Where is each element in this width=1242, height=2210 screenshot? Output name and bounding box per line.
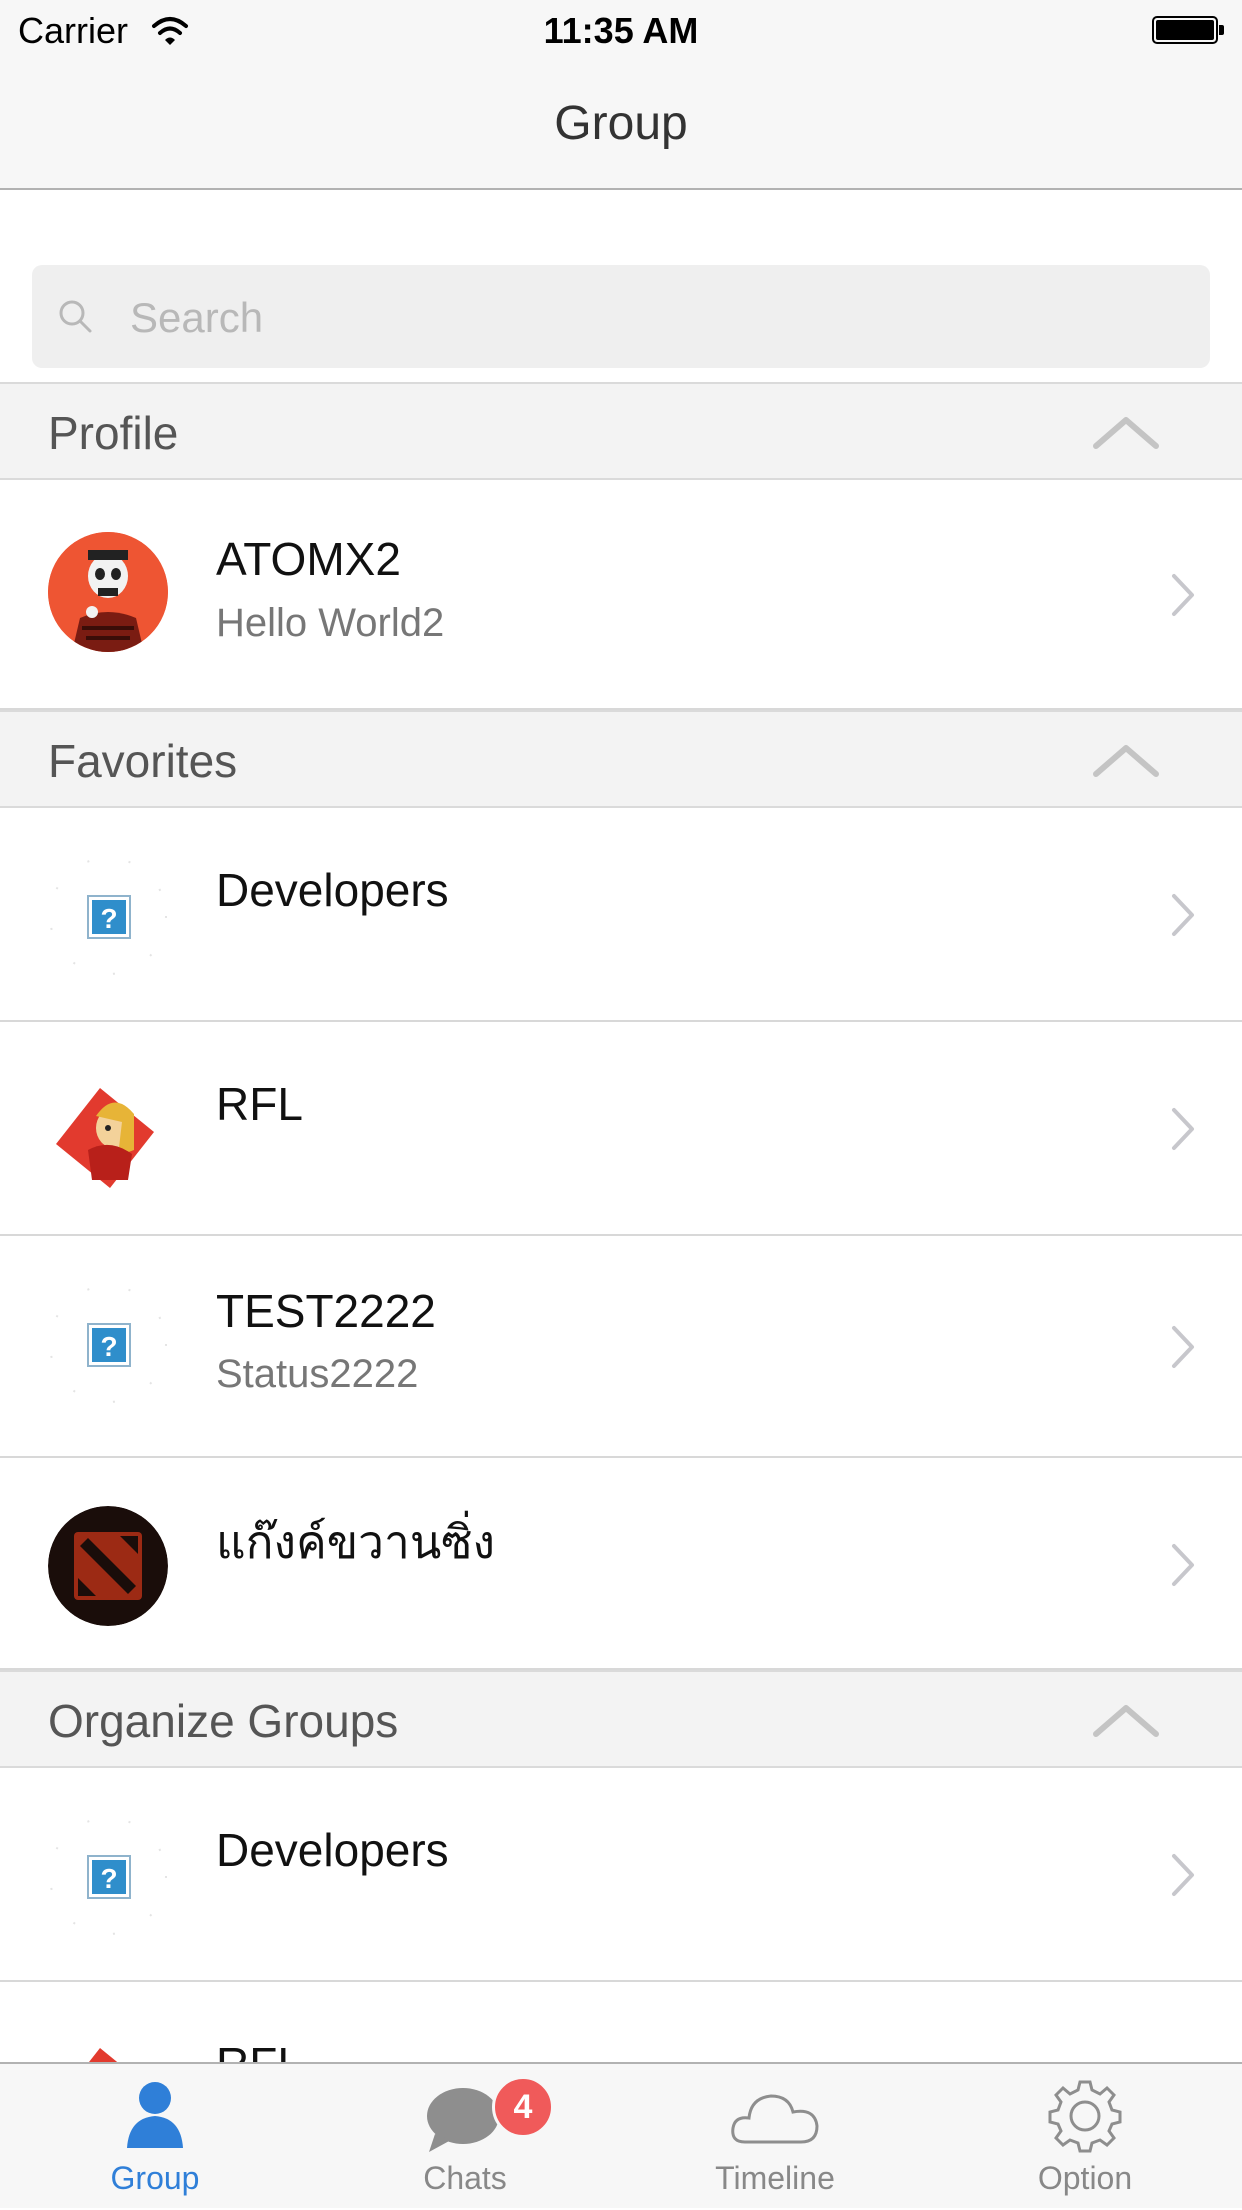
group-name: RFL [216, 1078, 303, 1130]
chevron-up-icon[interactable] [1092, 412, 1160, 452]
search-area [0, 190, 1242, 382]
dota-logo-icon [48, 1506, 168, 1626]
skull-avatar-icon [48, 532, 168, 652]
group-row-favorites-2[interactable]: ? TEST2222 Status2222 [0, 1236, 1242, 1458]
tab-label: Option [1037, 2160, 1133, 2196]
profile-row[interactable]: ATOMX2 Hello World2 [0, 480, 1242, 710]
group-name: TEST2222 [216, 1285, 436, 1337]
section-header-organize-groups[interactable]: Organize Groups [0, 1670, 1242, 1768]
group-row-favorites-3[interactable]: แก๊งค์ขวานซิ่ง [0, 1458, 1242, 1670]
placeholder-icon: ? [49, 1817, 167, 1935]
battery-icon [1152, 16, 1224, 44]
avatar [48, 532, 168, 652]
tab-bar: Group 4 Chats Timeline Option [0, 2062, 1242, 2208]
chevron-up-icon[interactable] [1092, 1700, 1160, 1740]
group-row-favorites-0[interactable]: ? Developers [0, 808, 1242, 1022]
placeholder-icon: ? [49, 1285, 167, 1403]
chevron-right-icon [1172, 574, 1194, 616]
avatar: ? [48, 1284, 168, 1404]
avatar: ? [48, 856, 168, 976]
svg-text:?: ? [100, 903, 117, 934]
cartoon-character-icon [48, 1070, 168, 1190]
tab-option[interactable]: Option [930, 2064, 1240, 2210]
gear-icon [1048, 2080, 1122, 2153]
cloud-icon [731, 2094, 819, 2144]
section-title: Organize Groups [48, 1695, 399, 1747]
chevron-right-icon [1172, 1544, 1194, 1586]
chevron-up-icon[interactable] [1092, 740, 1160, 780]
group-status: Status2222 [216, 1352, 419, 1396]
tab-group[interactable]: Group [0, 2064, 310, 2210]
section-header-favorites[interactable]: Favorites [0, 710, 1242, 808]
profile-name: ATOMX2 [216, 533, 401, 585]
unread-badge: 4 [492, 2076, 554, 2138]
tab-chats[interactable]: 4 Chats [310, 2064, 620, 2210]
tab-timeline[interactable]: Timeline [620, 2064, 930, 2210]
search-input[interactable] [128, 265, 1192, 370]
chevron-right-icon [1172, 1326, 1194, 1368]
group-name: Developers [216, 1824, 449, 1876]
group-name: Developers [216, 864, 449, 916]
tab-label: Timeline [715, 2160, 835, 2196]
group-row-favorites-1[interactable]: RFL [0, 1022, 1242, 1236]
tab-label: Group [110, 2160, 200, 2196]
svg-text:?: ? [100, 1863, 117, 1894]
search-icon [59, 300, 92, 333]
avatar [48, 1506, 168, 1626]
section-title: Favorites [48, 735, 238, 787]
chevron-right-icon [1172, 894, 1194, 936]
profile-status: Hello World2 [216, 601, 445, 645]
status-bar: Carrier 11:35 AM [0, 0, 1242, 60]
avatar [48, 1070, 168, 1190]
group-row-organize-0[interactable]: ? Developers [0, 1768, 1242, 1982]
person-icon [127, 2082, 183, 2148]
section-title: Profile [48, 407, 179, 459]
navigation-bar: Group [0, 60, 1242, 190]
search-bar[interactable] [32, 265, 1210, 370]
chevron-right-icon [1172, 1108, 1194, 1150]
tab-label: Chats [423, 2160, 507, 2196]
group-name: แก๊งค์ขวานซิ่ง [216, 1516, 495, 1568]
chevron-right-icon [1172, 1854, 1194, 1896]
placeholder-icon: ? [49, 857, 167, 975]
avatar: ? [48, 1816, 168, 1936]
page-title: Group [554, 97, 688, 150]
svg-text:?: ? [100, 1331, 117, 1362]
section-header-profile[interactable]: Profile [0, 382, 1242, 480]
clock: 11:35 AM [543, 10, 699, 51]
